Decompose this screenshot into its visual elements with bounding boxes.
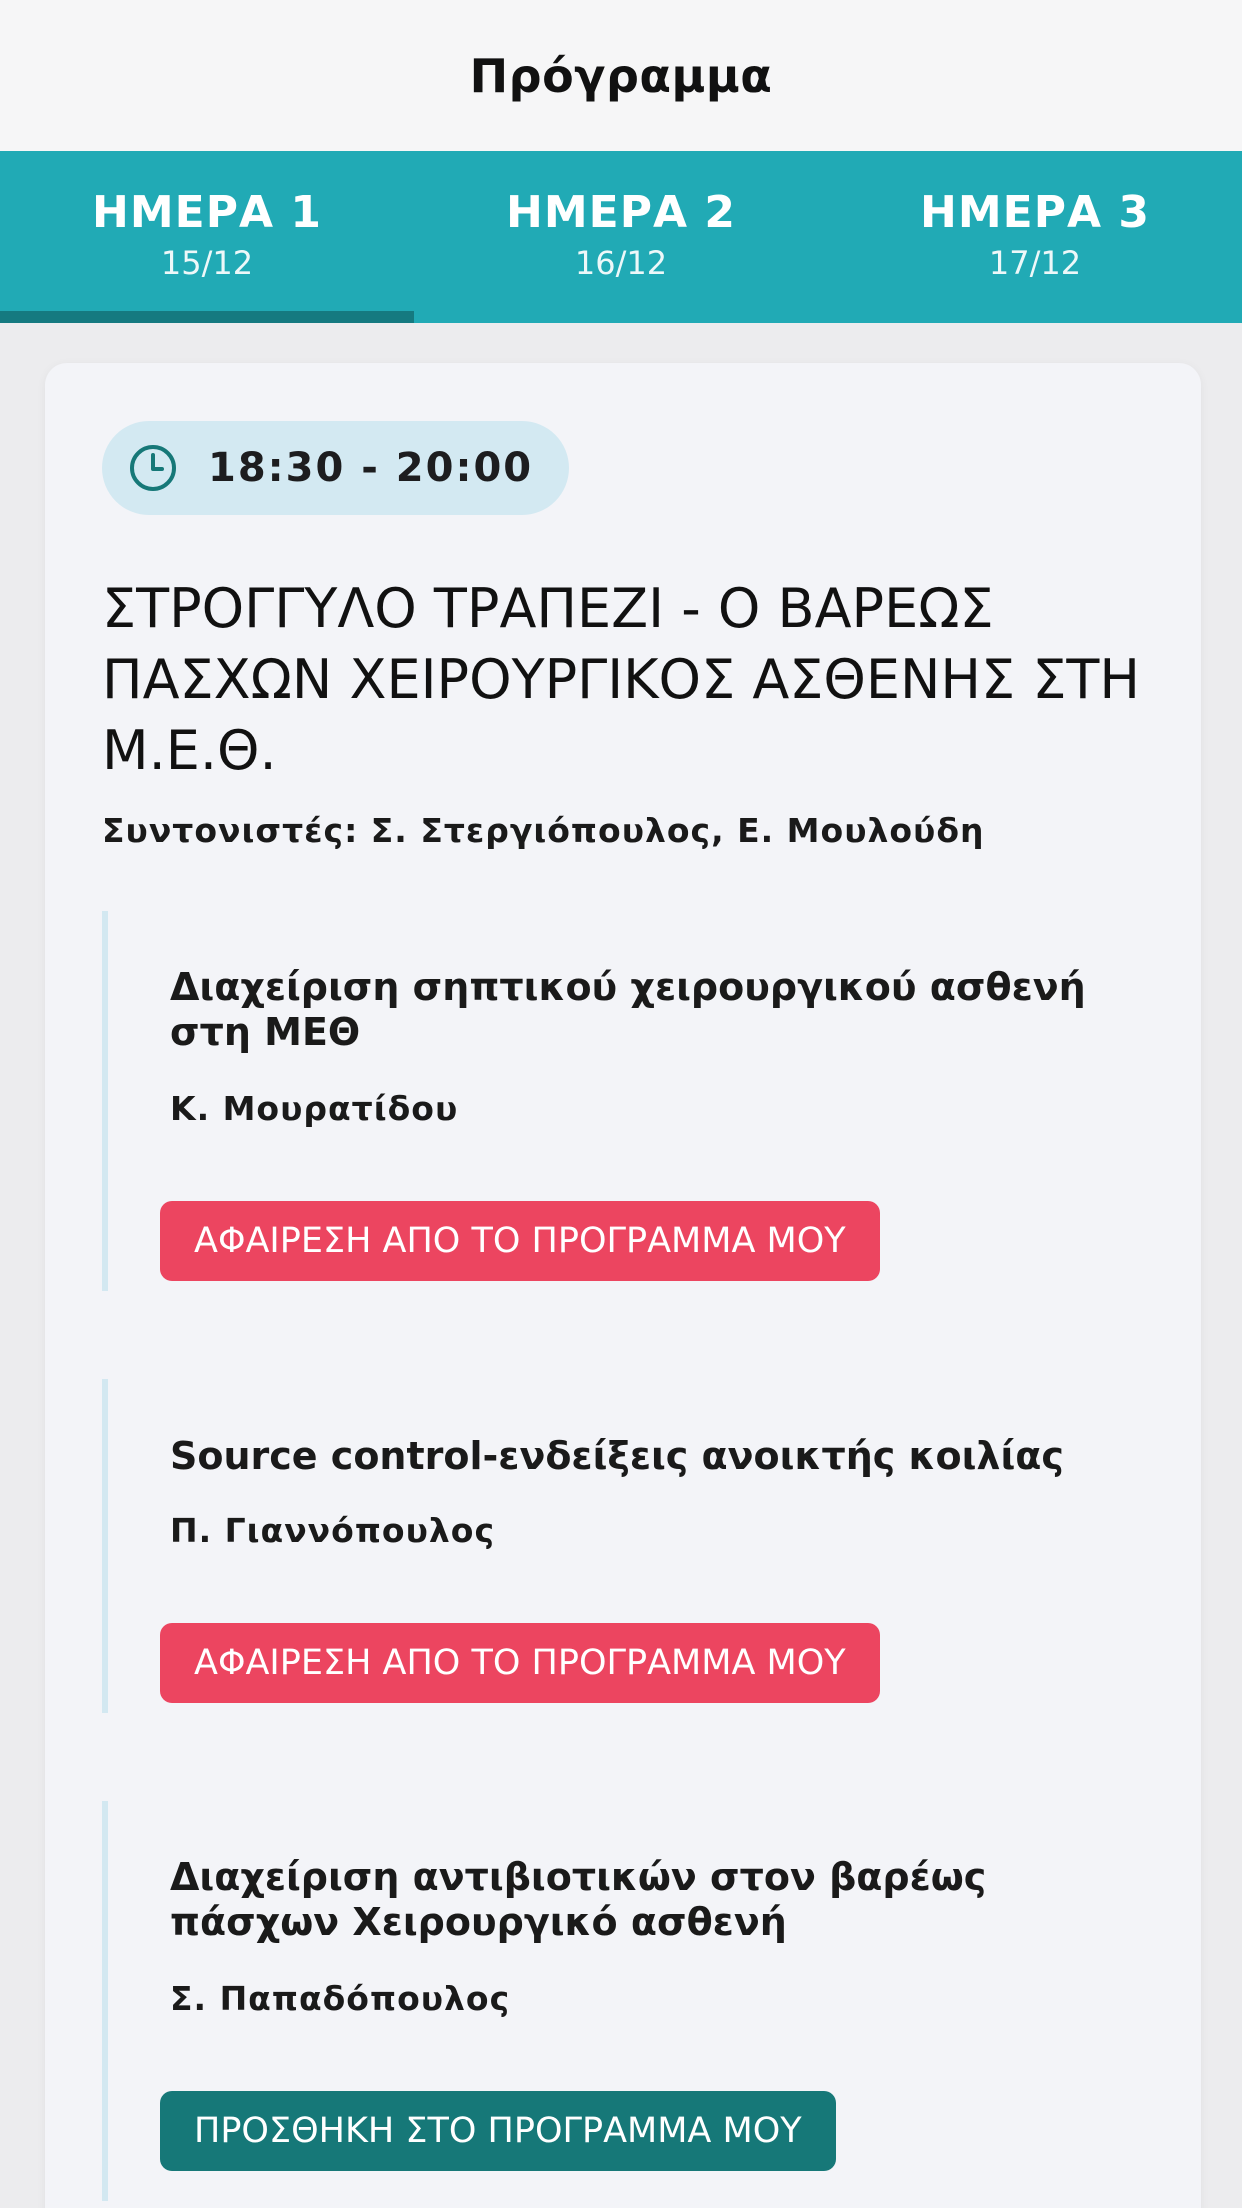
page-title: Πρόγραμμα bbox=[469, 48, 773, 103]
clock-icon bbox=[128, 443, 178, 493]
tab-label: ΗΜΕΡΑ 2 bbox=[506, 186, 736, 238]
tab-date: 16/12 bbox=[574, 243, 668, 282]
tab-date: 15/12 bbox=[160, 243, 254, 282]
tab-label: ΗΜΕΡΑ 1 bbox=[92, 186, 322, 238]
session-time: 18:30 - 20:00 bbox=[208, 445, 534, 491]
session-coordinators: Συντονιστές: Σ. Στεργιόπουλος, Ε. Μουλού… bbox=[102, 811, 985, 850]
remove-from-program-button[interactable]: ΑΦΑΙΡΕΣΗ ΑΠΟ ΤΟ ΠΡΟΓΡΑΜΜΑ ΜΟΥ bbox=[160, 1623, 880, 1703]
talk-speaker: Π. Γιαννόπουλος bbox=[170, 1511, 496, 1550]
tab-day-1[interactable]: ΗΜΕΡΑ 1 15/12 bbox=[0, 151, 414, 323]
active-tab-indicator bbox=[0, 311, 414, 323]
talk-title: Source control-ενδείξεις ανοικτής κοιλία… bbox=[170, 1434, 1064, 1478]
day-tabs: ΗΜΕΡΑ 1 15/12 ΗΜΕΡΑ 2 16/12 ΗΜΕΡΑ 3 17/1… bbox=[0, 151, 1242, 323]
talk-item: Διαχείριση σηπτικού χειρουργικού ασθενή … bbox=[102, 911, 1148, 1291]
navigation-bar: Πρόγραμμα bbox=[0, 0, 1242, 151]
tab-day-2[interactable]: ΗΜΕΡΑ 2 16/12 bbox=[414, 151, 828, 323]
talk-title: Διαχείριση αντιβιοτικών στον βαρέως πάσχ… bbox=[170, 1855, 987, 1944]
remove-from-program-button[interactable]: ΑΦΑΙΡΕΣΗ ΑΠΟ ΤΟ ΠΡΟΓΡΑΜΜΑ ΜΟΥ bbox=[160, 1201, 880, 1281]
talk-speaker: Σ. Παπαδόπουλος bbox=[170, 1979, 511, 2018]
talk-title: Διαχείριση σηπτικού χειρουργικού ασθενή … bbox=[170, 965, 1086, 1054]
talk-item: Διαχείριση αντιβιοτικών στον βαρέως πάσχ… bbox=[102, 1801, 1148, 2201]
talk-item: Source control-ενδείξεις ανοικτής κοιλία… bbox=[102, 1379, 1148, 1713]
tab-date: 17/12 bbox=[988, 243, 1082, 282]
time-badge: 18:30 - 20:00 bbox=[102, 421, 570, 515]
tab-day-3[interactable]: ΗΜΕΡΑ 3 17/12 bbox=[828, 151, 1242, 323]
tab-label: ΗΜΕΡΑ 3 bbox=[920, 186, 1150, 238]
talk-speaker: Κ. Μουρατίδου bbox=[170, 1089, 459, 1128]
session-title: ΣΤΡΟΓΓΥΛΟ ΤΡΑΠΕΖΙ - Ο ΒΑΡΕΩΣ ΠΑΣΧΩΝ ΧΕΙΡ… bbox=[102, 577, 1141, 782]
add-to-program-button[interactable]: ΠΡΟΣΘΗΚΗ ΣΤΟ ΠΡΟΓΡΑΜΜΑ ΜΟΥ bbox=[160, 2091, 836, 2171]
session-card: 18:30 - 20:00 ΣΤΡΟΓΓΥΛΟ ΤΡΑΠΕΖΙ - Ο ΒΑΡΕ… bbox=[45, 363, 1201, 2208]
schedule-list[interactable]: 18:30 - 20:00 ΣΤΡΟΓΓΥΛΟ ΤΡΑΠΕΖΙ - Ο ΒΑΡΕ… bbox=[0, 323, 1242, 2208]
